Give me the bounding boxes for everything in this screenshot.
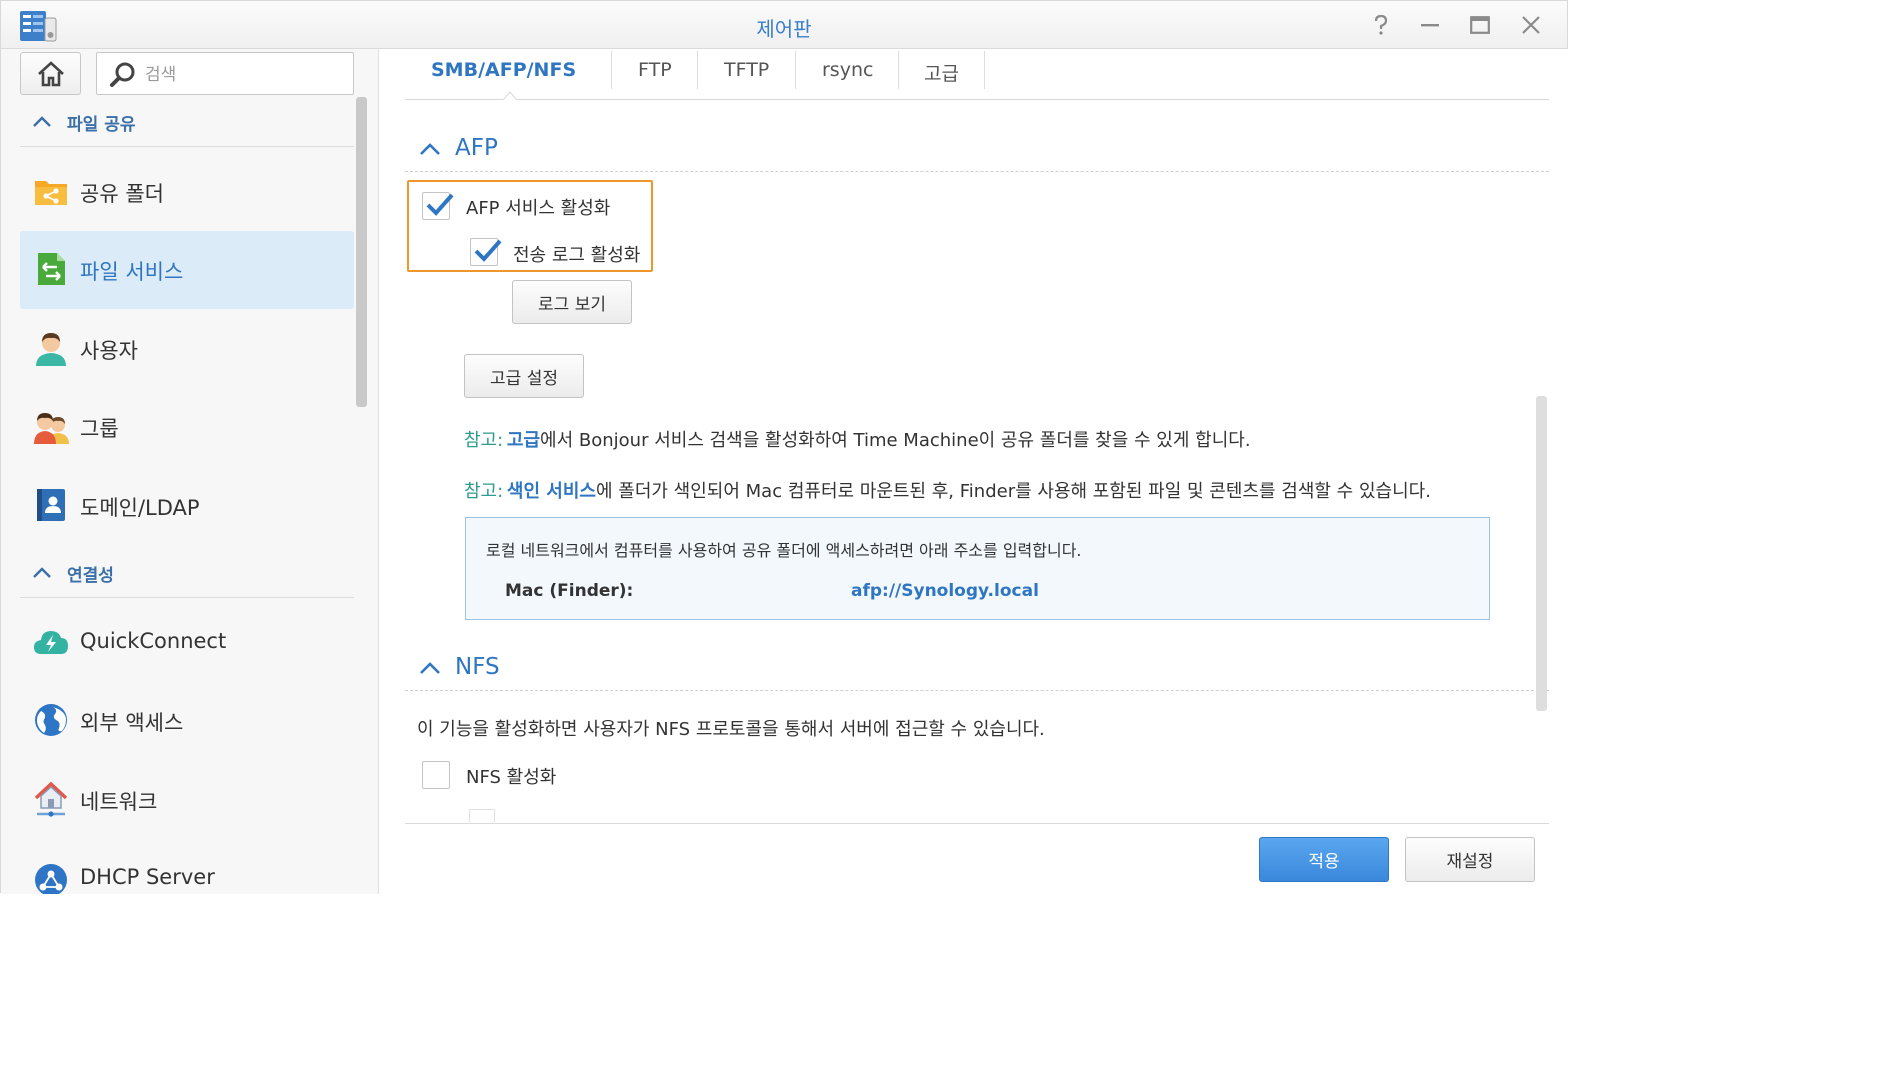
mac-finder-label: Mac (Finder): bbox=[505, 581, 634, 601]
note-prefix: 참고: bbox=[464, 430, 504, 451]
group-icon bbox=[34, 413, 69, 444]
sidebar-item-domain-ldap[interactable]: 도메인/LDAP bbox=[20, 467, 354, 545]
sidebar-item-label: DHCP Server bbox=[80, 865, 215, 889]
sidebar-item-shared-folder[interactable]: 공유 폴더 bbox=[20, 153, 354, 231]
sidebar-scrollbar[interactable] bbox=[356, 97, 367, 407]
tab-bar: SMB/AFP/NFS FTP TFTP rsync 고급 bbox=[405, 49, 1549, 100]
title-bar: 제어판 bbox=[1, 1, 1567, 49]
tab-ftp[interactable]: FTP bbox=[638, 59, 672, 89]
active-tab-indicator bbox=[503, 91, 517, 100]
advanced-settings-button[interactable]: 고급 설정 bbox=[464, 354, 584, 398]
sidebar-item-label: 도메인/LDAP bbox=[80, 496, 200, 520]
quickconnect-icon bbox=[34, 631, 68, 654]
note-bonjour: 참고: 고급에서 Bonjour 서비스 검색을 활성화하여 Time Mach… bbox=[464, 426, 1251, 452]
note-prefix: 참고: bbox=[464, 481, 504, 502]
chevron-up-icon bbox=[420, 662, 440, 674]
afp-enable-label: AFP 서비스 활성화 bbox=[466, 198, 611, 219]
sidebar: 파일 공유 공유 폴더 파일 서비스 bbox=[1, 49, 379, 894]
search-icon bbox=[110, 62, 135, 87]
close-icon[interactable] bbox=[1517, 11, 1545, 39]
afp-address-value: afp://Synology.local bbox=[851, 581, 1039, 601]
clipped-checkbox bbox=[469, 809, 495, 822]
external-access-icon bbox=[35, 704, 67, 736]
nfs-description: 이 기능을 활성화하면 사용자가 NFS 프로토콜을 통해서 서버에 접근할 수… bbox=[417, 719, 1045, 740]
nfs-section-header[interactable]: NFS bbox=[405, 646, 1549, 691]
tab-rsync[interactable]: rsync bbox=[822, 59, 873, 89]
afp-section-header[interactable]: AFP bbox=[405, 127, 1549, 172]
shared-folder-icon bbox=[35, 181, 67, 205]
help-icon[interactable] bbox=[1367, 11, 1395, 39]
checkmark-icon bbox=[474, 239, 502, 262]
user-icon bbox=[36, 333, 66, 366]
home-icon bbox=[37, 60, 64, 86]
sidebar-item-label: 공유 폴더 bbox=[80, 182, 164, 206]
sidebar-item-label: 외부 액세스 bbox=[80, 711, 184, 735]
tab-advanced[interactable]: 고급 bbox=[924, 59, 959, 89]
note-text: 에서 Bonjour 서비스 검색을 활성화하여 Time Machine이 공… bbox=[540, 430, 1251, 451]
maximize-icon[interactable] bbox=[1466, 11, 1494, 39]
tab-separator bbox=[795, 51, 796, 89]
sidebar-item-label: QuickConnect bbox=[80, 629, 227, 653]
sidebar-item-label: 네트워크 bbox=[80, 790, 158, 814]
nfs-section-title: NFS bbox=[455, 654, 500, 680]
tab-separator bbox=[697, 51, 698, 89]
sidebar-item-network[interactable]: 네트워크 bbox=[20, 761, 354, 839]
search-input[interactable] bbox=[143, 61, 347, 89]
footer-divider bbox=[405, 823, 1549, 824]
domain-ldap-icon bbox=[37, 489, 65, 521]
reset-button[interactable]: 재설정 bbox=[1405, 837, 1535, 882]
apply-button[interactable]: 적용 bbox=[1259, 837, 1389, 882]
minimize-icon[interactable] bbox=[1416, 11, 1444, 39]
afp-enable-checkbox[interactable] bbox=[422, 192, 454, 220]
sidebar-item-user[interactable]: 사용자 bbox=[20, 310, 354, 388]
sidebar-item-file-services[interactable]: 파일 서비스 bbox=[20, 231, 354, 309]
chevron-up-icon bbox=[33, 116, 51, 127]
tab-separator bbox=[984, 51, 985, 89]
tab-separator bbox=[611, 51, 612, 89]
main-panel: SMB/AFP/NFS FTP TFTP rsync 고급 AFP AFP 서비… bbox=[379, 49, 1568, 894]
sidebar-item-external-access[interactable]: 외부 액세스 bbox=[20, 682, 354, 760]
sidebar-item-quickconnect[interactable]: QuickConnect bbox=[20, 604, 354, 682]
tab-tftp[interactable]: TFTP bbox=[724, 59, 769, 89]
nfs-enable-label: NFS 활성화 bbox=[466, 767, 557, 788]
nfs-enable-checkbox[interactable] bbox=[422, 761, 450, 789]
section-header-connectivity[interactable]: 연결성 bbox=[20, 549, 354, 598]
advanced-link[interactable]: 고급 bbox=[507, 430, 540, 451]
section-label: 연결성 bbox=[67, 566, 114, 586]
section-label: 파일 공유 bbox=[67, 115, 136, 135]
info-description: 로컬 네트워크에서 컴퓨터를 사용하여 공유 폴더에 액세스하려면 아래 주소를… bbox=[486, 541, 1082, 560]
section-header-file-sharing[interactable]: 파일 공유 bbox=[20, 98, 354, 147]
chevron-up-icon bbox=[420, 143, 440, 155]
sidebar-item-dhcp-server[interactable]: DHCP Server bbox=[20, 840, 354, 894]
indexing-service-link[interactable]: 색인 서비스 bbox=[507, 481, 596, 502]
checkmark-icon bbox=[426, 193, 454, 216]
note-text: 에 폴더가 색인되어 Mac 컴퓨터로 마운트된 후, Finder를 사용해 … bbox=[596, 481, 1431, 502]
afp-section-title: AFP bbox=[455, 135, 498, 161]
sidebar-item-label: 파일 서비스 bbox=[80, 260, 184, 284]
transfer-log-label: 전송 로그 활성화 bbox=[513, 245, 641, 266]
transfer-log-checkbox[interactable] bbox=[470, 238, 502, 266]
dhcp-server-icon bbox=[35, 864, 67, 894]
home-button[interactable] bbox=[20, 52, 81, 95]
chevron-up-icon bbox=[33, 567, 51, 578]
sidebar-item-label: 사용자 bbox=[80, 339, 138, 363]
tab-separator bbox=[898, 51, 899, 89]
file-services-icon bbox=[38, 253, 65, 285]
afp-address-info-box: 로컬 네트워크에서 컴퓨터를 사용하여 공유 폴더에 액세스하려면 아래 주소를… bbox=[465, 517, 1490, 620]
window-title: 제어판 bbox=[756, 17, 812, 41]
network-icon bbox=[34, 781, 68, 817]
search-box[interactable] bbox=[96, 52, 354, 95]
view-log-button[interactable]: 로그 보기 bbox=[512, 280, 632, 324]
main-scrollbar[interactable] bbox=[1536, 396, 1547, 711]
control-panel-window: 제어판 파일 bbox=[0, 0, 1568, 894]
tab-smb-afp-nfs[interactable]: SMB/AFP/NFS bbox=[431, 59, 576, 89]
sidebar-item-group[interactable]: 그룹 bbox=[20, 388, 354, 466]
note-indexing: 참고: 색인 서비스에 폴더가 색인되어 Mac 컴퓨터로 마운트된 후, Fi… bbox=[464, 477, 1431, 503]
sidebar-item-label: 그룹 bbox=[80, 417, 119, 441]
